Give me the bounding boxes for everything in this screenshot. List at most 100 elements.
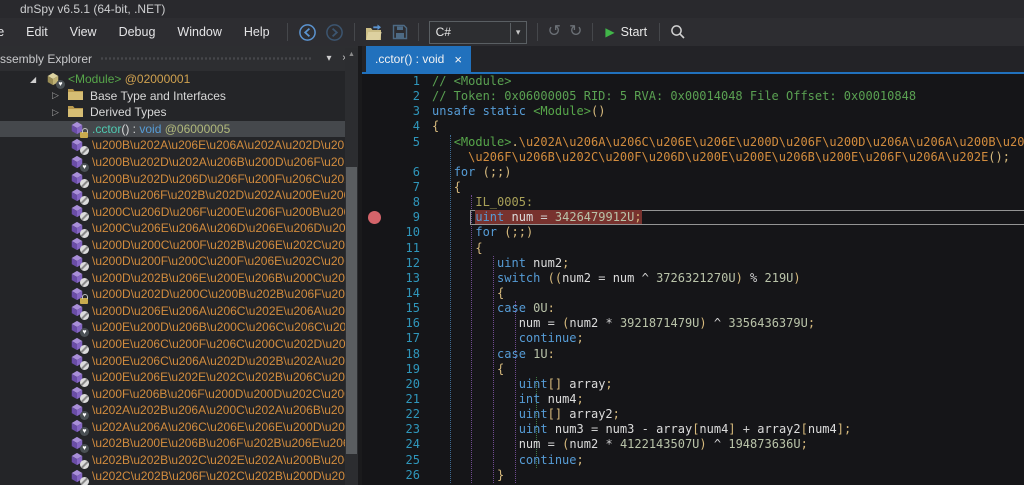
- menu-edit[interactable]: Edit: [15, 25, 59, 39]
- redo-button[interactable]: ↻: [565, 20, 586, 44]
- breakpoint-gutter[interactable]: [362, 468, 388, 483]
- method-icon: [70, 370, 89, 387]
- language-selector-value: C#: [435, 25, 451, 39]
- breakpoint-gutter[interactable]: [362, 135, 388, 150]
- menu-window[interactable]: Window: [166, 25, 232, 39]
- tree-item-method[interactable]: \u202C\u202B\u206F\u202C\u202B\u200D\u20: [0, 468, 358, 485]
- navigate-forward-button[interactable]: [321, 20, 348, 44]
- code-text: // <Module>: [432, 74, 512, 88]
- breakpoint-gutter[interactable]: [362, 195, 388, 210]
- method-icon: [70, 270, 89, 288]
- tab-cctor[interactable]: .cctor() : void ×: [366, 46, 471, 72]
- dnspy-window: dnSpy v6.5.1 (64-bit, .NET) FileEditView…: [0, 0, 1024, 485]
- code-editor[interactable]: 1 // <Module> 2 // Token: 0x06000005 RID: 5…: [362, 74, 1024, 485]
- play-icon: ▶: [605, 25, 615, 39]
- method-icon: [70, 204, 89, 222]
- chevron-down-icon[interactable]: ▾: [511, 27, 526, 38]
- tree-item-method[interactable]: ♥ \u202A\u206A\u206C\u206E\u206E\u200D\u2…: [0, 418, 358, 437]
- tree-item-method[interactable]: \u200B\u202D\u206D\u206F\u200F\u206C\u20…: [0, 170, 358, 189]
- method-icon: [70, 353, 89, 371]
- breakpoint-gutter[interactable]: [362, 119, 388, 134]
- tree-item-method[interactable]: \u200B\u202A\u206E\u206A\u202A\u202D\u20: [0, 137, 358, 155]
- tree-item-module[interactable]: ◢ ♥ <Module> @02000001: [0, 71, 358, 89]
- breakpoint-gutter[interactable]: [362, 362, 388, 377]
- tree-item-method[interactable]: \u200D\u202B\u206E\u200E\u206B\u200C\u20…: [0, 270, 358, 288]
- tree-item-method[interactable]: \u200C\u206D\u206F\u200E\u206F\u200B\u20…: [0, 203, 358, 222]
- save-button[interactable]: [388, 20, 412, 44]
- code-line: 4{: [362, 119, 1024, 134]
- tree-item-method[interactable]: \u200D\u206E\u206A\u206C\u202E\u206A\u20: [0, 303, 358, 321]
- tree-item-method[interactable]: \u200D\u200F\u200C\u200F\u206E\u202C\u20…: [0, 253, 358, 271]
- tree-item-method[interactable]: \u200E\u206C\u206A\u202D\u202B\u202A\u20: [0, 352, 358, 371]
- code-text: for (;;): [475, 225, 534, 240]
- start-debug-button[interactable]: ▶ Start: [599, 25, 653, 39]
- chevron-collapsed-icon[interactable]: ▷: [52, 107, 68, 118]
- navigate-back-button[interactable]: [294, 20, 321, 44]
- code-text: case 0U:: [497, 301, 555, 316]
- scrollbar-thumb[interactable]: [346, 167, 357, 454]
- search-button[interactable]: [666, 20, 690, 44]
- breakpoint-gutter[interactable]: [362, 165, 388, 180]
- breakpoint-gutter[interactable]: [362, 407, 388, 422]
- method-icon: ♥: [70, 436, 89, 453]
- tree-item-method[interactable]: \u200E\u206E\u202E\u202C\u202B\u206C\u20…: [0, 369, 358, 387]
- panel-dropdown-button[interactable]: ▾: [321, 53, 337, 64]
- explorer-scrollbar[interactable]: ▲: [345, 48, 358, 485]
- breakpoint-gutter[interactable]: [362, 241, 388, 256]
- menu-debug[interactable]: Debug: [108, 25, 167, 39]
- tree-item-method[interactable]: ♥ \u200E\u200D\u206B\u200C\u206C\u206C\u2…: [0, 319, 358, 337]
- breakpoint-gutter[interactable]: [362, 453, 388, 468]
- back-icon: [298, 23, 316, 41]
- menu-view[interactable]: View: [59, 25, 108, 39]
- breakpoint-gutter[interactable]: [362, 210, 388, 225]
- breakpoint-gutter[interactable]: [362, 347, 388, 362]
- breakpoint-gutter[interactable]: [362, 150, 388, 165]
- breakpoint-gutter[interactable]: [362, 256, 388, 271]
- chevron-expanded-icon[interactable]: ◢: [30, 75, 46, 84]
- chevron-collapsed-icon[interactable]: ▷: [52, 90, 68, 101]
- code-line: 14 {: [362, 286, 1024, 301]
- tree-item-method[interactable]: ♥ \u202A\u202B\u206A\u200C\u202A\u206B\u2…: [0, 402, 358, 420]
- tree-item-method[interactable]: .cctor() : void @06000005: [0, 120, 358, 139]
- code-line: 3 unsafe static <Module>(): [362, 104, 1024, 119]
- breakpoint-gutter[interactable]: [362, 377, 388, 392]
- code-line: 15 case 0U:: [362, 301, 1024, 316]
- scroll-up-icon[interactable]: ▲: [345, 48, 358, 61]
- breakpoint-gutter[interactable]: [362, 180, 388, 195]
- breakpoint-gutter[interactable]: [362, 271, 388, 286]
- tree-item-method[interactable]: \u200E\u206C\u200F\u206C\u200C\u202D\u20: [0, 336, 358, 354]
- deny-overlay-icon: [80, 476, 89, 485]
- tree-item-method[interactable]: \u200C\u206E\u206A\u206D\u206E\u206D\u20: [0, 220, 358, 238]
- tree-item-label: \u202C\u202B\u206F\u202C\u202B\u200D\u20: [92, 469, 345, 484]
- open-file-button[interactable]: [361, 20, 388, 44]
- tab-close-icon[interactable]: ×: [454, 53, 462, 66]
- method-icon: [70, 171, 89, 189]
- breakpoint-gutter[interactable]: [362, 286, 388, 301]
- tree-item-method[interactable]: ♥ \u200B\u202D\u202A\u206B\u200D\u206F\u2…: [0, 154, 358, 172]
- code-text: num = (num2 * 3921871479U) ^ 3356436379U…: [518, 316, 816, 331]
- tree-item-method[interactable]: \u200D\u200C\u200F\u202B\u206E\u202C\u20: [0, 236, 358, 255]
- breakpoint-gutter[interactable]: [362, 74, 388, 89]
- tree-item-method[interactable]: \u200F\u206B\u206F\u200D\u200D\u202C\u20…: [0, 385, 358, 404]
- breakpoint-gutter[interactable]: [362, 301, 388, 316]
- tree-item-method[interactable]: \u200B\u206F\u202B\u202D\u202A\u200E\u20…: [0, 187, 358, 205]
- menu-file[interactable]: File: [0, 25, 15, 39]
- tree-item-method[interactable]: ♥ \u202B\u200E\u206B\u206F\u202B\u206E\u2…: [0, 435, 358, 453]
- undo-button[interactable]: ↺: [544, 20, 565, 44]
- breakpoint-gutter[interactable]: [362, 89, 388, 104]
- breakpoint-gutter[interactable]: [362, 316, 388, 331]
- breakpoint-gutter[interactable]: [362, 225, 388, 240]
- tree-item-folder[interactable]: ▷ Derived Types: [0, 104, 358, 121]
- tree-item-method[interactable]: \u200D\u202D\u200C\u200B\u202B\u206F\u20: [0, 286, 358, 304]
- breakpoint-gutter[interactable]: [362, 392, 388, 407]
- tree-item-method[interactable]: \u202B\u202B\u202C\u202E\u202A\u200B\u20…: [0, 452, 358, 470]
- menu-help[interactable]: Help: [233, 25, 281, 39]
- breakpoint-gutter[interactable]: [362, 422, 388, 437]
- breakpoint-gutter[interactable]: [362, 437, 388, 452]
- breakpoint-gutter[interactable]: [362, 331, 388, 346]
- code-line: 21 int num4;: [362, 392, 1024, 407]
- breakpoint-gutter[interactable]: [362, 104, 388, 119]
- language-selector[interactable]: C# ▾: [428, 20, 527, 44]
- breakpoint-icon[interactable]: [368, 211, 381, 225]
- tree-item-folder[interactable]: ▷ Base Type and Interfaces: [0, 88, 358, 105]
